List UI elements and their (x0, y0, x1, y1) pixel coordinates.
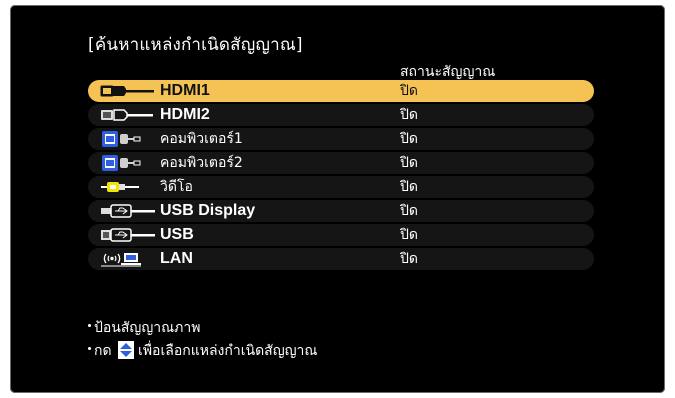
source-label: HDMI2 (160, 106, 210, 123)
source-status: ปิด (400, 203, 418, 219)
footer-hint-input: ป้อนสัญญาณภาพ (88, 317, 200, 339)
usb-display-icon (101, 204, 155, 218)
footer-line2-suffix: เพื่อเลือกแหล่งกำเนิดสัญญาณ (138, 343, 318, 359)
source-status: ปิด (400, 179, 418, 195)
bullet-icon (88, 346, 91, 350)
source-row-computer2[interactable]: คอมพิวเตอร์2 ปิด (88, 152, 594, 174)
source-list: HDMI1 ปิด HDMI2 ปิด คอมพิวเตอร์1 ปิด คอม… (88, 80, 594, 272)
lan-wireless-icon (101, 253, 141, 267)
source-label: HDMI1 (160, 82, 210, 99)
computer-vga-icon (102, 131, 141, 147)
up-down-arrow-icon (118, 341, 135, 359)
source-status: ปิด (400, 251, 418, 267)
hdmi-icon (101, 109, 153, 121)
source-label: วิดีโอ (160, 179, 193, 195)
source-status: ปิด (400, 155, 418, 171)
source-status: ปิด (400, 107, 418, 123)
source-status: ปิด (400, 131, 418, 147)
source-status: ปิด (400, 227, 418, 243)
source-row-hdmi2[interactable]: HDMI2 ปิด (88, 104, 594, 126)
source-status: ปิด (400, 83, 418, 99)
hdmi-icon (100, 85, 154, 97)
source-label: LAN (160, 250, 193, 267)
footer-line1: ป้อนสัญญาณภาพ (94, 320, 201, 336)
source-search-screen: [ค้นหาแหล่งกำเนิดสัญญาณ] สถานะสัญญาณ HDM… (10, 5, 665, 393)
source-row-usb-display[interactable]: USB Display ปิด (88, 200, 594, 222)
source-row-computer1[interactable]: คอมพิวเตอร์1 ปิด (88, 128, 594, 150)
source-label: คอมพิวเตอร์2 (160, 155, 243, 171)
source-row-lan[interactable]: LAN ปิด (88, 248, 594, 270)
bullet-icon (88, 323, 91, 327)
source-label: คอมพิวเตอร์1 (160, 131, 243, 147)
computer-vga-icon (102, 155, 141, 171)
source-label: USB (160, 226, 194, 243)
source-row-hdmi1[interactable]: HDMI1 ปิด (88, 80, 594, 102)
source-row-video[interactable]: วิดีโอ ปิด (88, 176, 594, 198)
source-label: USB Display (160, 202, 256, 219)
usb-icon (101, 228, 155, 242)
footer-line2-prefix: กด (94, 343, 112, 359)
screen-title: [ค้นหาแหล่งกำเนิดสัญญาณ] (88, 35, 303, 55)
source-row-usb[interactable]: USB ปิด (88, 224, 594, 246)
video-rca-icon (101, 182, 139, 192)
footer-hint-select: กด เพื่อเลือกแหล่งกำเนิดสัญญาณ (88, 340, 317, 362)
